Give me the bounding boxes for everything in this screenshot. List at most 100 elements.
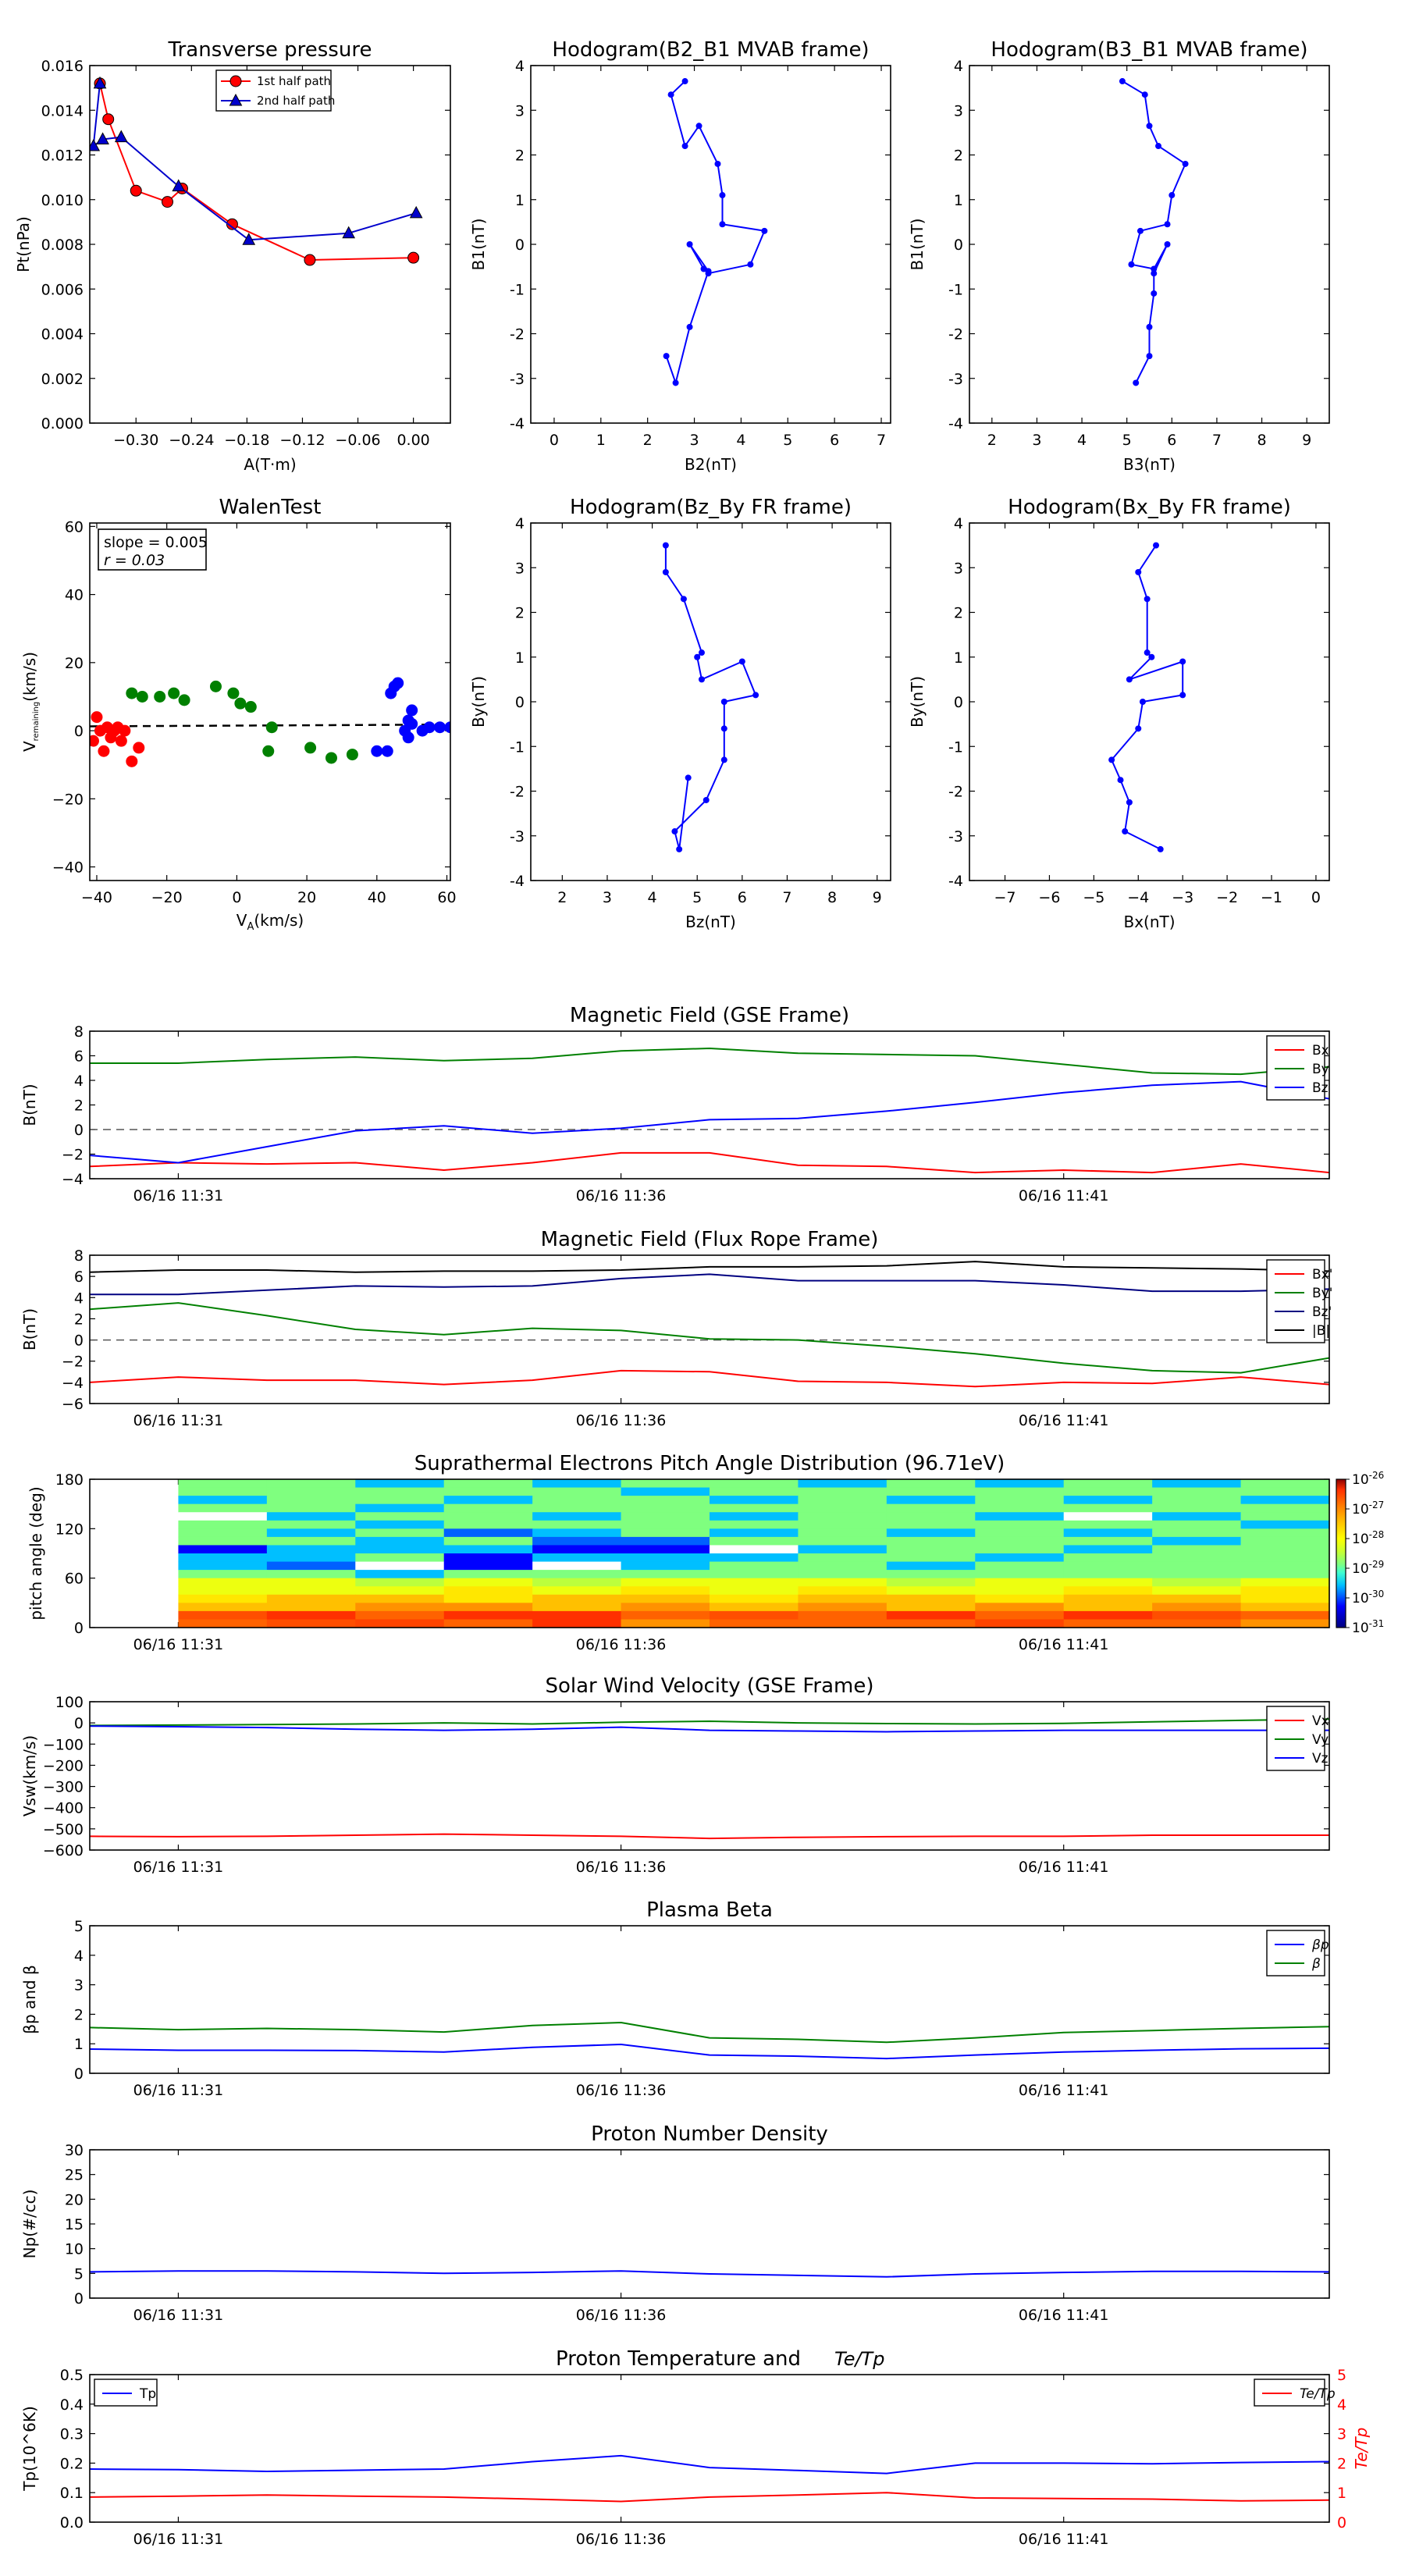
right-y-tick-label: 1 [1337, 2485, 1346, 2502]
x-tick-label: 06/16 11:36 [576, 1187, 667, 1204]
data-point [304, 254, 316, 266]
heatmap-cell [266, 1496, 356, 1505]
y-axis-label: βp and β [20, 1965, 39, 2034]
scatter-point [262, 745, 275, 757]
hodogram-point [720, 699, 727, 705]
hodogram-point [681, 143, 688, 150]
x-tick-label: −0.18 [224, 432, 269, 449]
heatmap-cell [1063, 1528, 1153, 1538]
hodogram-point [1164, 241, 1171, 247]
heatmap-cell [443, 1610, 533, 1621]
hodogram-trace [1108, 542, 1186, 852]
heatmap-cell [266, 1528, 356, 1538]
hodogram-point [1153, 542, 1160, 549]
scatter-point [423, 721, 436, 734]
axes-frame [89, 1254, 1330, 1404]
x-tick-label: 06/16 11:36 [576, 1412, 667, 1429]
hodogram-point [671, 828, 678, 835]
heatmap-cell [443, 1479, 533, 1489]
heatmap-cell [798, 1479, 887, 1489]
y-tick-label: -2 [510, 326, 525, 343]
y-tick-label: 0.2 [60, 2455, 84, 2472]
heatmap-cell [1063, 1570, 1153, 1579]
heatmap-cell [355, 1487, 445, 1496]
series-group [90, 2022, 1329, 2060]
x-tick-label: 3 [603, 889, 612, 906]
hodogram-point [719, 192, 726, 199]
heatmap-cell [355, 1553, 445, 1563]
scatter-point [304, 742, 317, 754]
y-axis-label: By(nT) [908, 676, 927, 728]
legend-label: Bx' [1312, 1267, 1332, 1283]
x-tick-label: −3 [1172, 889, 1193, 906]
y-tick-label: 40 [65, 587, 84, 604]
panel-walen: WalenTest −40 −20 0 20 40 60 −40 −20 0 20 40 60 slope… [20, 496, 457, 933]
heatmap-cell [621, 1528, 710, 1538]
y-tick-label: 120 [55, 1521, 84, 1538]
x-tick-label: −2 [1216, 889, 1238, 906]
hodogram-point [685, 774, 692, 781]
y-tick-label: 4 [954, 515, 963, 532]
heatmap-cell [1063, 1610, 1153, 1621]
x-tick-label: −0.06 [335, 432, 380, 449]
heatmap-cell [266, 1586, 356, 1596]
heatmap-cell [1240, 1536, 1330, 1546]
chart-title-math: Te/Tp [834, 2348, 884, 2370]
axes-frame [969, 65, 1330, 424]
heatmap-cell [710, 1610, 799, 1621]
axes-frame [89, 2149, 1330, 2299]
x-tick-label: 0.00 [397, 432, 429, 449]
hodogram-point [1182, 160, 1189, 167]
y-tick-label: -4 [948, 415, 963, 432]
scatter-point [381, 745, 393, 757]
legend-label: Vz [1312, 1751, 1329, 1767]
x-axis-label: VA(km/s) [237, 911, 304, 933]
heatmap-cell [975, 1545, 1065, 1554]
colorbar-base: 10 [1352, 1561, 1369, 1577]
hodogram-point [738, 658, 745, 665]
y-tick-label: 15 [65, 2216, 84, 2233]
y-tick-label: 2 [74, 1311, 84, 1328]
heatmap-cell [1152, 1570, 1242, 1579]
chart-title: Hodogram(Bx_By FR frame) [1008, 496, 1291, 519]
heatmap-cell [798, 1586, 887, 1596]
heatmap-cell [1063, 1603, 1153, 1612]
y-tick-label: −4 [62, 1375, 84, 1392]
x-tick-label: −0.24 [169, 432, 214, 449]
y-tick-label: −400 [43, 1800, 84, 1817]
heatmap-cell [178, 1528, 268, 1538]
scatter-point [234, 697, 247, 710]
heatmap-cell [886, 1561, 976, 1571]
heatmap-cell [178, 1570, 268, 1579]
scatter-point [168, 687, 180, 699]
hodogram-point [1179, 692, 1186, 699]
y-tick-label: −600 [43, 1842, 84, 1859]
heatmap-cell [710, 1545, 799, 1554]
y-tick-label: 5 [74, 2265, 84, 2282]
heatmap-cell [1063, 1594, 1153, 1603]
hodogram-point [1119, 78, 1126, 85]
y-tick-label: 20 [65, 655, 84, 672]
axes-frame [530, 65, 891, 424]
colorbar [1336, 1478, 1346, 1628]
x-tick-label: −20 [151, 889, 183, 906]
y-tick-label: −4 [62, 1171, 84, 1188]
heatmap-cell [886, 1487, 976, 1496]
panel-mag_fr: Magnetic Field (Flux Rope Frame) −6 −4 −2 0 2… [20, 1228, 1332, 1429]
x-tick-label: 5 [783, 432, 792, 449]
y-axis-label: Np(#/cc) [20, 2190, 39, 2259]
heatmap-cell [621, 1610, 710, 1621]
series-line-vx [90, 1833, 1329, 1840]
x-tick-label: 06/16 11:41 [1019, 2307, 1109, 2324]
heatmap-cell [710, 1578, 799, 1587]
panel-h2: Hodogram(B3_B1 MVAB frame) -4 -3 -2 -1 0 1 2 3 4 2… [908, 38, 1330, 474]
heatmap-cell [178, 1553, 268, 1563]
hodogram-trace [663, 78, 768, 386]
heatmap-cell [355, 1520, 445, 1529]
heatmap-cell [443, 1603, 533, 1612]
heatmap-cell [355, 1570, 445, 1579]
legend-marker [229, 75, 242, 87]
heatmap-cell [355, 1512, 445, 1521]
heatmap-cell [975, 1536, 1065, 1546]
heatmap-cell [532, 1603, 622, 1612]
